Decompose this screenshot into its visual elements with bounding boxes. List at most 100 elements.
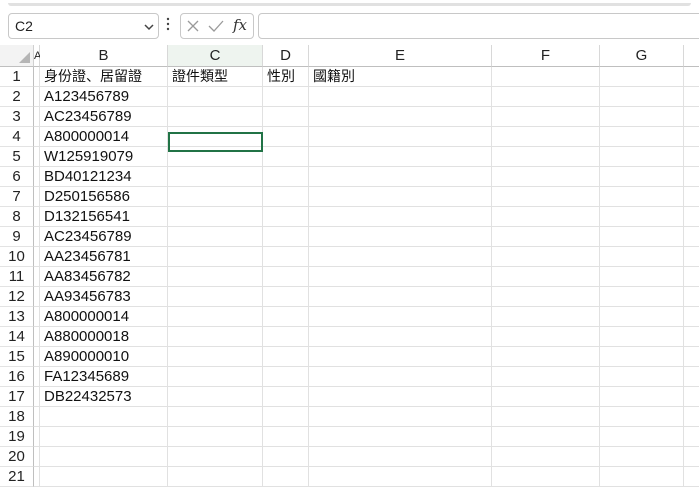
- row-header-1[interactable]: 1: [0, 67, 34, 87]
- cell-h14[interactable]: [684, 327, 699, 347]
- cell-f12[interactable]: [492, 287, 600, 307]
- row-header-13[interactable]: 13: [0, 307, 34, 327]
- cell-c16[interactable]: [168, 367, 263, 387]
- cell-h15[interactable]: [684, 347, 699, 367]
- kebab-icon[interactable]: [166, 17, 170, 31]
- row-header-18[interactable]: 18: [0, 407, 34, 427]
- cell-b10[interactable]: AA23456781: [40, 247, 168, 267]
- cell-b21[interactable]: [40, 467, 168, 487]
- cell-e10[interactable]: [309, 247, 492, 267]
- cell-c14[interactable]: [168, 327, 263, 347]
- cell-f1[interactable]: [492, 67, 600, 87]
- cell-h16[interactable]: [684, 367, 699, 387]
- cell-d9[interactable]: [263, 227, 309, 247]
- cell-b5[interactable]: W125919079: [40, 147, 168, 167]
- cell-c12[interactable]: [168, 287, 263, 307]
- col-header-b[interactable]: B: [40, 45, 168, 67]
- cell-e7[interactable]: [309, 187, 492, 207]
- cell-e6[interactable]: [309, 167, 492, 187]
- row-header-12[interactable]: 12: [0, 287, 34, 307]
- cell-g16[interactable]: [600, 367, 684, 387]
- cell-c19[interactable]: [168, 427, 263, 447]
- cell-b9[interactable]: AC23456789: [40, 227, 168, 247]
- cell-g5[interactable]: [600, 147, 684, 167]
- cell-h9[interactable]: [684, 227, 699, 247]
- cell-d11[interactable]: [263, 267, 309, 287]
- cell-d15[interactable]: [263, 347, 309, 367]
- cell-g9[interactable]: [600, 227, 684, 247]
- cell-c8[interactable]: [168, 207, 263, 227]
- cell-c4[interactable]: [168, 127, 263, 147]
- cell-e21[interactable]: [309, 467, 492, 487]
- select-all-button[interactable]: [0, 45, 34, 67]
- cell-d3[interactable]: [263, 107, 309, 127]
- cell-g10[interactable]: [600, 247, 684, 267]
- check-icon[interactable]: [208, 19, 224, 33]
- row-header-15[interactable]: 15: [0, 347, 34, 367]
- cell-h1[interactable]: [684, 67, 699, 87]
- cell-h21[interactable]: [684, 467, 699, 487]
- cell-c7[interactable]: [168, 187, 263, 207]
- col-header-c[interactable]: C: [168, 45, 263, 67]
- cell-h5[interactable]: [684, 147, 699, 167]
- cell-g20[interactable]: [600, 447, 684, 467]
- cell-e18[interactable]: [309, 407, 492, 427]
- chevron-down-icon[interactable]: [144, 22, 154, 32]
- row-header-11[interactable]: 11: [0, 267, 34, 287]
- cell-b6[interactable]: BD40121234: [40, 167, 168, 187]
- formula-bar-input[interactable]: [258, 13, 699, 39]
- col-header-f[interactable]: F: [492, 45, 600, 67]
- cell-h17[interactable]: [684, 387, 699, 407]
- cell-d17[interactable]: [263, 387, 309, 407]
- cell-f15[interactable]: [492, 347, 600, 367]
- cell-e16[interactable]: [309, 367, 492, 387]
- cell-g4[interactable]: [600, 127, 684, 147]
- cell-e13[interactable]: [309, 307, 492, 327]
- cell-b19[interactable]: [40, 427, 168, 447]
- cell-e20[interactable]: [309, 447, 492, 467]
- cell-f10[interactable]: [492, 247, 600, 267]
- col-header-g[interactable]: G: [600, 45, 684, 67]
- cell-d20[interactable]: [263, 447, 309, 467]
- col-header-e[interactable]: E: [309, 45, 492, 67]
- cell-b13[interactable]: A800000014: [40, 307, 168, 327]
- cell-h8[interactable]: [684, 207, 699, 227]
- cell-e2[interactable]: [309, 87, 492, 107]
- cell-e9[interactable]: [309, 227, 492, 247]
- cell-b1[interactable]: 身份證、居留證: [40, 67, 168, 87]
- cell-h3[interactable]: [684, 107, 699, 127]
- cell-c20[interactable]: [168, 447, 263, 467]
- cell-d13[interactable]: [263, 307, 309, 327]
- cell-d14[interactable]: [263, 327, 309, 347]
- cell-c2[interactable]: [168, 87, 263, 107]
- cell-e8[interactable]: [309, 207, 492, 227]
- cell-c10[interactable]: [168, 247, 263, 267]
- cell-h6[interactable]: [684, 167, 699, 187]
- cell-d6[interactable]: [263, 167, 309, 187]
- row-header-20[interactable]: 20: [0, 447, 34, 467]
- cell-g8[interactable]: [600, 207, 684, 227]
- cell-g14[interactable]: [600, 327, 684, 347]
- close-icon[interactable]: [186, 19, 200, 33]
- cell-f3[interactable]: [492, 107, 600, 127]
- cell-b16[interactable]: FA12345689: [40, 367, 168, 387]
- row-header-6[interactable]: 6: [0, 167, 34, 187]
- cell-f2[interactable]: [492, 87, 600, 107]
- cell-c18[interactable]: [168, 407, 263, 427]
- cell-c6[interactable]: [168, 167, 263, 187]
- cell-f20[interactable]: [492, 447, 600, 467]
- cell-d7[interactable]: [263, 187, 309, 207]
- cell-g11[interactable]: [600, 267, 684, 287]
- row-header-3[interactable]: 3: [0, 107, 34, 127]
- cell-f6[interactable]: [492, 167, 600, 187]
- cell-e17[interactable]: [309, 387, 492, 407]
- row-header-2[interactable]: 2: [0, 87, 34, 107]
- row-header-5[interactable]: 5: [0, 147, 34, 167]
- cell-h10[interactable]: [684, 247, 699, 267]
- cell-g13[interactable]: [600, 307, 684, 327]
- name-box[interactable]: C2: [8, 13, 159, 39]
- cell-f11[interactable]: [492, 267, 600, 287]
- insert-function-button[interactable]: fx: [233, 16, 247, 34]
- cell-g3[interactable]: [600, 107, 684, 127]
- cell-h4[interactable]: [684, 127, 699, 147]
